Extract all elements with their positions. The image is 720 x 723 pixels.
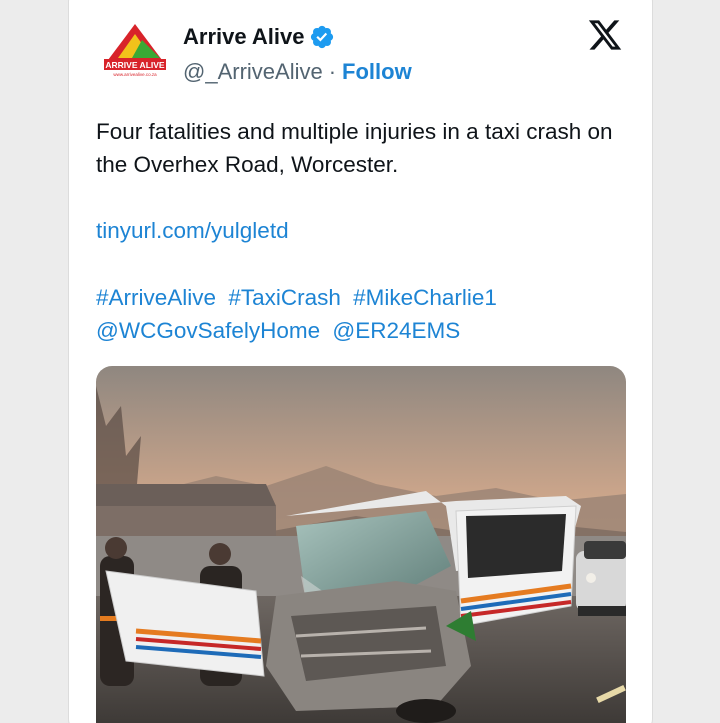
arrive-alive-logo[interactable]: ARRIVE ALIVE www.arrivealive.co.za [104, 22, 166, 78]
name-row: Arrive Alive [183, 24, 335, 50]
hashtag-mikecharlie1[interactable]: #MikeCharlie1 [353, 285, 497, 310]
follow-button[interactable]: Follow [342, 59, 412, 85]
crash-photo[interactable] [96, 366, 626, 723]
x-logo-icon[interactable] [586, 17, 624, 53]
logo-text: ARRIVE ALIVE [105, 60, 165, 70]
handle-row: @_ArriveAlive · Follow [183, 59, 412, 85]
hashtag-taxicrash[interactable]: #TaxiCrash [228, 285, 341, 310]
verified-badge-icon [311, 25, 334, 49]
logo-url-text: www.arrivealive.co.za [113, 72, 157, 77]
separator-dot: · [328, 59, 337, 84]
tweet-text: Four fatalities and multiple injuries in… [96, 119, 613, 177]
hashtag-arrivealive[interactable]: #ArriveAlive [96, 285, 216, 310]
mention-er24ems[interactable]: @ER24EMS [332, 318, 460, 343]
tweet-link[interactable]: tinyurl.com/yulgletd [96, 214, 289, 247]
display-name[interactable]: Arrive Alive [183, 24, 304, 50]
mention-wcgovsafelyhome[interactable]: @WCGovSafelyHome [96, 318, 320, 343]
account-handle[interactable]: @_ArriveAlive [183, 59, 323, 85]
hashtag-list: #ArriveAlive #TaxiCrash #MikeCharlie1 @W… [96, 281, 616, 347]
